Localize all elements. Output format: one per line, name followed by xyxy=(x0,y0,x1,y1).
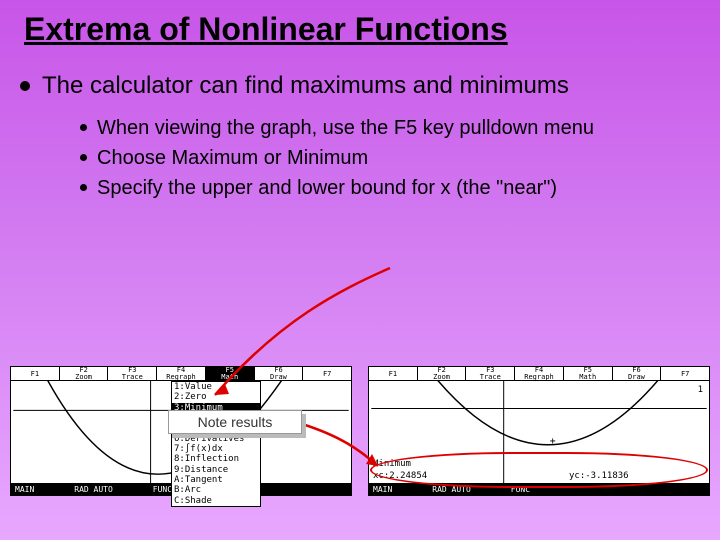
slide-title: Extrema of Nonlinear Functions xyxy=(0,0,720,47)
content-area: The calculator can find maximums and min… xyxy=(0,47,720,201)
status-rad: RAD AUTO xyxy=(74,485,113,494)
menu-item: C:Shade xyxy=(172,496,260,506)
calc-tab: F4Regraph xyxy=(157,367,206,380)
bullet-dot-icon xyxy=(20,81,30,91)
sub-bullet-text: Specify the upper and lower bound for x … xyxy=(97,175,557,201)
tab-label: Math xyxy=(579,374,596,381)
tab-key: F7 xyxy=(323,371,331,378)
main-bullet-text: The calculator can find maximums and min… xyxy=(42,71,569,101)
calc-tab: F7 xyxy=(303,367,351,380)
calc-tab: F6Draw xyxy=(255,367,304,380)
sub-bullet-text: When viewing the graph, use the F5 key p… xyxy=(97,115,594,141)
calc-tab: F1 xyxy=(369,367,418,380)
sub-bullet: Specify the upper and lower bound for x … xyxy=(80,175,700,201)
callout-text: Note results xyxy=(198,414,273,430)
tab-label: Draw xyxy=(270,374,287,381)
bullet-dot-icon xyxy=(80,184,87,191)
calc-tab: F2Zoom xyxy=(418,367,467,380)
status-main: MAIN xyxy=(15,485,34,494)
bullet-dot-icon xyxy=(80,154,87,161)
tab-label: Zoom xyxy=(433,374,450,381)
calc-tab: F7 xyxy=(661,367,709,380)
sub-bullet: Choose Maximum or Minimum xyxy=(80,145,700,171)
result-yc: yc:-3.11836 xyxy=(569,471,629,481)
menu-item: A:Tangent xyxy=(172,475,260,485)
menu-item: 1:Value xyxy=(172,382,260,392)
menu-item: 9:Distance xyxy=(172,465,260,475)
calc-tabbar: F1 F2Zoom F3Trace F4Regraph F5Math F6Dra… xyxy=(11,367,351,381)
graph-curve-icon: + xyxy=(369,381,709,483)
menu-item: 8:Inflection xyxy=(172,454,260,464)
calc-screen-right: F1 F2Zoom F3Trace F4Regraph F5Math F6Dra… xyxy=(368,366,710,496)
tab-key: F1 xyxy=(389,371,397,378)
calc-tab: F5Math xyxy=(564,367,613,380)
callout-front: Note results xyxy=(168,410,302,434)
menu-item: 7:∫f(x)dx xyxy=(172,444,260,454)
graph-area-right: + 1 Minimum xc:2.24854 yc:-3.11836 xyxy=(369,381,709,483)
tab-key: F1 xyxy=(31,371,39,378)
svg-text:+: + xyxy=(550,436,556,447)
calc-tab: F4Regraph xyxy=(515,367,564,380)
tab-label: Trace xyxy=(122,374,143,381)
tab-label: Draw xyxy=(628,374,645,381)
menu-item: B:Arc xyxy=(172,485,260,495)
calc-tabbar: F1 F2Zoom F3Trace F4Regraph F5Math F6Dra… xyxy=(369,367,709,381)
result-one: 1 xyxy=(698,385,703,395)
calc-tab: F1 xyxy=(11,367,60,380)
result-xc: xc:2.24854 xyxy=(373,471,427,481)
main-bullet: The calculator can find maximums and min… xyxy=(20,71,700,101)
tab-label: Math xyxy=(221,374,238,381)
result-minimum-label: Minimum xyxy=(373,459,411,469)
status-func: FUNC xyxy=(153,485,172,494)
menu-item: 2:Zero xyxy=(172,392,260,402)
tab-label: Regraph xyxy=(166,374,196,381)
calc-tab: F6Draw xyxy=(613,367,662,380)
sub-bullet: When viewing the graph, use the F5 key p… xyxy=(80,115,700,141)
calc-tab: F3Trace xyxy=(108,367,157,380)
status-rad: RAD AUTO xyxy=(432,485,471,494)
status-main: MAIN xyxy=(373,485,392,494)
sub-bullet-list: When viewing the graph, use the F5 key p… xyxy=(80,115,700,201)
tab-label: Trace xyxy=(480,374,501,381)
status-func: FUNC xyxy=(511,485,530,494)
tab-label: Regraph xyxy=(524,374,554,381)
bullet-dot-icon xyxy=(80,124,87,131)
calc-tab: F2Zoom xyxy=(60,367,109,380)
tab-label: Zoom xyxy=(75,374,92,381)
math-menu: 1:Value 2:Zero 3:Minimum 4:Maximum 5:Int… xyxy=(171,381,261,507)
note-results-callout: Note results xyxy=(168,410,302,434)
calc-tab: F3Trace xyxy=(466,367,515,380)
calc-statusbar: MAIN RAD AUTO FUNC xyxy=(369,483,709,495)
sub-bullet-text: Choose Maximum or Minimum xyxy=(97,145,368,171)
calculator-screens: F1 F2Zoom F3Trace F4Regraph F5Math F6Dra… xyxy=(10,366,710,496)
tab-key: F7 xyxy=(681,371,689,378)
calc-tab: F5Math xyxy=(206,367,255,380)
